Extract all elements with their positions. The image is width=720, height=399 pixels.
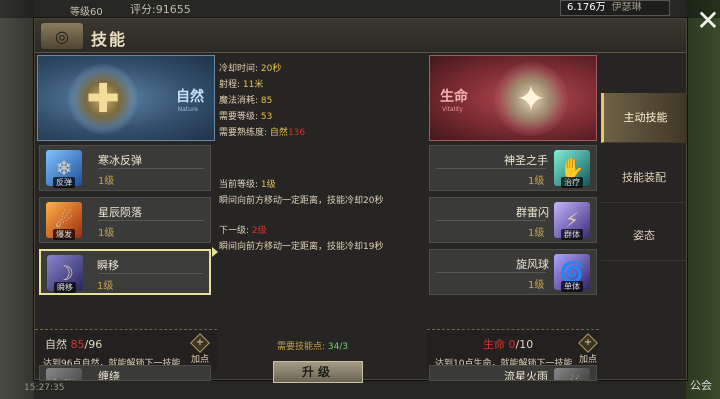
scene-right-edge	[686, 0, 720, 399]
divider	[98, 220, 204, 221]
skill-name: 旋风球	[516, 258, 549, 271]
fire-rain-icon: ☄	[554, 368, 590, 380]
req-level-line: 需要等级: 53	[219, 112, 273, 122]
vitality-progress-text: 生命 0/10	[483, 338, 534, 351]
selected-arrow-icon	[212, 247, 218, 257]
meteor-icon: ☄ 爆发	[46, 202, 82, 240]
next-level-value: 2级	[251, 226, 267, 236]
req-level-value: 53	[260, 112, 273, 122]
skill-slot-meteor-shower[interactable]: 流星火雨 ☄	[429, 365, 597, 381]
nature-progress-text: 自然 85/96	[45, 338, 103, 351]
range-value: 11米	[242, 80, 264, 90]
skill-name: 瞬移	[97, 259, 119, 272]
guild-button[interactable]: 公会	[690, 377, 712, 393]
skill-slot-meteor[interactable]: ☄ 爆发 星辰陨落 1级	[39, 197, 211, 243]
skill-level: 1级	[528, 280, 545, 291]
need-points-value: 34/3	[327, 342, 349, 352]
vitality-school-column: ✦ 生命 Vitality 神圣之手 1级 ✋ 治疗 群雷闪 1级 ⚡ 群体 旋风球…	[427, 53, 599, 381]
current-level-line: 当前等级: 1级	[219, 180, 276, 190]
currency-extra: 伊瑟琳	[611, 2, 642, 13]
skill-level: 1级	[98, 176, 115, 187]
skill-book-icon: ◎	[41, 23, 83, 49]
tab-skill-loadout[interactable]: 技能装配	[601, 153, 687, 203]
skill-slot-ice-bounce[interactable]: ❄ 反弹 寒冰反弹 1级	[39, 145, 211, 191]
panel-title: 技能	[91, 30, 128, 49]
whirlwind-icon: 🌀 单体	[554, 254, 590, 292]
nature-school-sub: Nature	[177, 106, 198, 113]
player-level: 等级60	[70, 7, 103, 18]
next-level-line: 下一级: 2级	[219, 226, 267, 236]
nature-progress-current: 85	[70, 338, 85, 351]
skill-level: 1级	[528, 228, 545, 239]
skill-slot-whirlwind[interactable]: 旋风球 1级 🌀 单体	[429, 249, 597, 295]
need-points: 需要技能点: 34/3	[277, 342, 349, 352]
ice-shard-icon: ❄ 反弹	[46, 150, 82, 188]
mana-value: 85	[260, 96, 273, 106]
current-level-value: 1级	[260, 180, 276, 190]
plus-icon: +	[190, 333, 210, 353]
nature-progress-total: /96	[84, 338, 103, 351]
req-mastery-value: 136	[287, 128, 306, 138]
mana-line: 魔法消耗: 85	[219, 96, 273, 106]
range-line: 射程: 11米	[219, 80, 264, 90]
divider	[436, 168, 546, 169]
vine-icon: ➰	[46, 368, 82, 380]
skill-slot-blink[interactable]: ☽ 瞬移 瞬移 1级	[39, 249, 211, 295]
skill-level: 1级	[97, 281, 114, 292]
scene-left-edge	[0, 0, 34, 399]
divider	[99, 273, 203, 274]
currency-value: 6.176万	[567, 2, 606, 13]
panel-header: ◎ 技能 ✕	[35, 7, 720, 53]
divider	[436, 220, 546, 221]
nature-school-name: 自然	[176, 89, 204, 105]
skill-tabs: 主动技能 技能装配 姿态	[599, 53, 687, 381]
cooldown-value: 20秒	[260, 64, 282, 74]
currency-display: 6.176万 伊瑟琳	[560, 0, 670, 16]
top-hud: 等级60 评分:91655 6.176万 伊瑟琳	[0, 0, 720, 18]
skill-name: 寒冰反弹	[98, 154, 142, 167]
close-icon[interactable]: ✕	[694, 7, 720, 35]
upgrade-button[interactable]: 升级	[273, 361, 363, 383]
tab-active-skills[interactable]: 主动技能	[601, 93, 687, 143]
skill-name: 神圣之手	[504, 154, 548, 167]
nature-school-column: ✚ 自然 Nature ❄ 反弹 寒冰反弹 1级 ☄ 爆发 星辰陨落 1级 ☽ 瞬移 …	[35, 53, 217, 381]
divider	[436, 272, 546, 273]
nature-emblem-icon: ✚	[68, 64, 138, 134]
skill-name: 缠绕	[98, 370, 120, 381]
skill-detail: 冷却时间: 20秒 射程: 11米 魔法消耗: 85 需要等级: 53 需要熟练…	[217, 53, 427, 383]
skill-slot-entangle[interactable]: ➰ 缠绕	[39, 365, 211, 381]
next-description: 瞬间向前方移动一定距离，技能冷却19秒	[219, 242, 384, 252]
blink-icon: ☽ 瞬移	[47, 255, 83, 293]
cooldown-line: 冷却时间: 20秒	[219, 64, 282, 74]
skill-level: 1级	[98, 228, 115, 239]
skill-name: 群雷闪	[516, 206, 549, 219]
vitality-progress-total: /10	[515, 338, 534, 351]
nature-school-banner[interactable]: ✚ 自然 Nature	[37, 55, 215, 141]
clock: 15:27:35	[24, 383, 65, 393]
skill-name: 星辰陨落	[98, 206, 142, 219]
lightning-icon: ⚡ 群体	[554, 202, 590, 240]
divider	[98, 168, 204, 169]
vitality-school-name: 生命	[440, 89, 468, 105]
player-score: 评分:91655	[130, 3, 191, 16]
vitality-school-sub: Vitality	[442, 106, 463, 113]
vitality-emblem-icon: ✦	[494, 62, 568, 136]
skill-name: 流星火雨	[504, 370, 548, 381]
skill-slot-chain-lightning[interactable]: 群雷闪 1级 ⚡ 群体	[429, 197, 597, 243]
skill-level: 1级	[528, 176, 545, 187]
vitality-progress-current: 0	[508, 338, 516, 351]
current-description: 瞬间向前方移动一定距离，技能冷却20秒	[219, 196, 384, 206]
vitality-school-banner[interactable]: ✦ 生命 Vitality	[429, 55, 597, 141]
skill-panel: ◎ 技能 ✕ ✚ 自然 Nature ❄ 反弹 寒冰反弹 1级 ☄ 爆发 星辰陨落 …	[34, 7, 720, 383]
skill-slot-holy-hand[interactable]: 神圣之手 1级 ✋ 治疗	[429, 145, 597, 191]
holy-hand-icon: ✋ 治疗	[554, 150, 590, 188]
req-mastery-line: 需要熟练度: 自然136	[219, 128, 306, 138]
tab-stance[interactable]: 姿态	[601, 211, 687, 261]
plus-icon: +	[578, 333, 598, 353]
